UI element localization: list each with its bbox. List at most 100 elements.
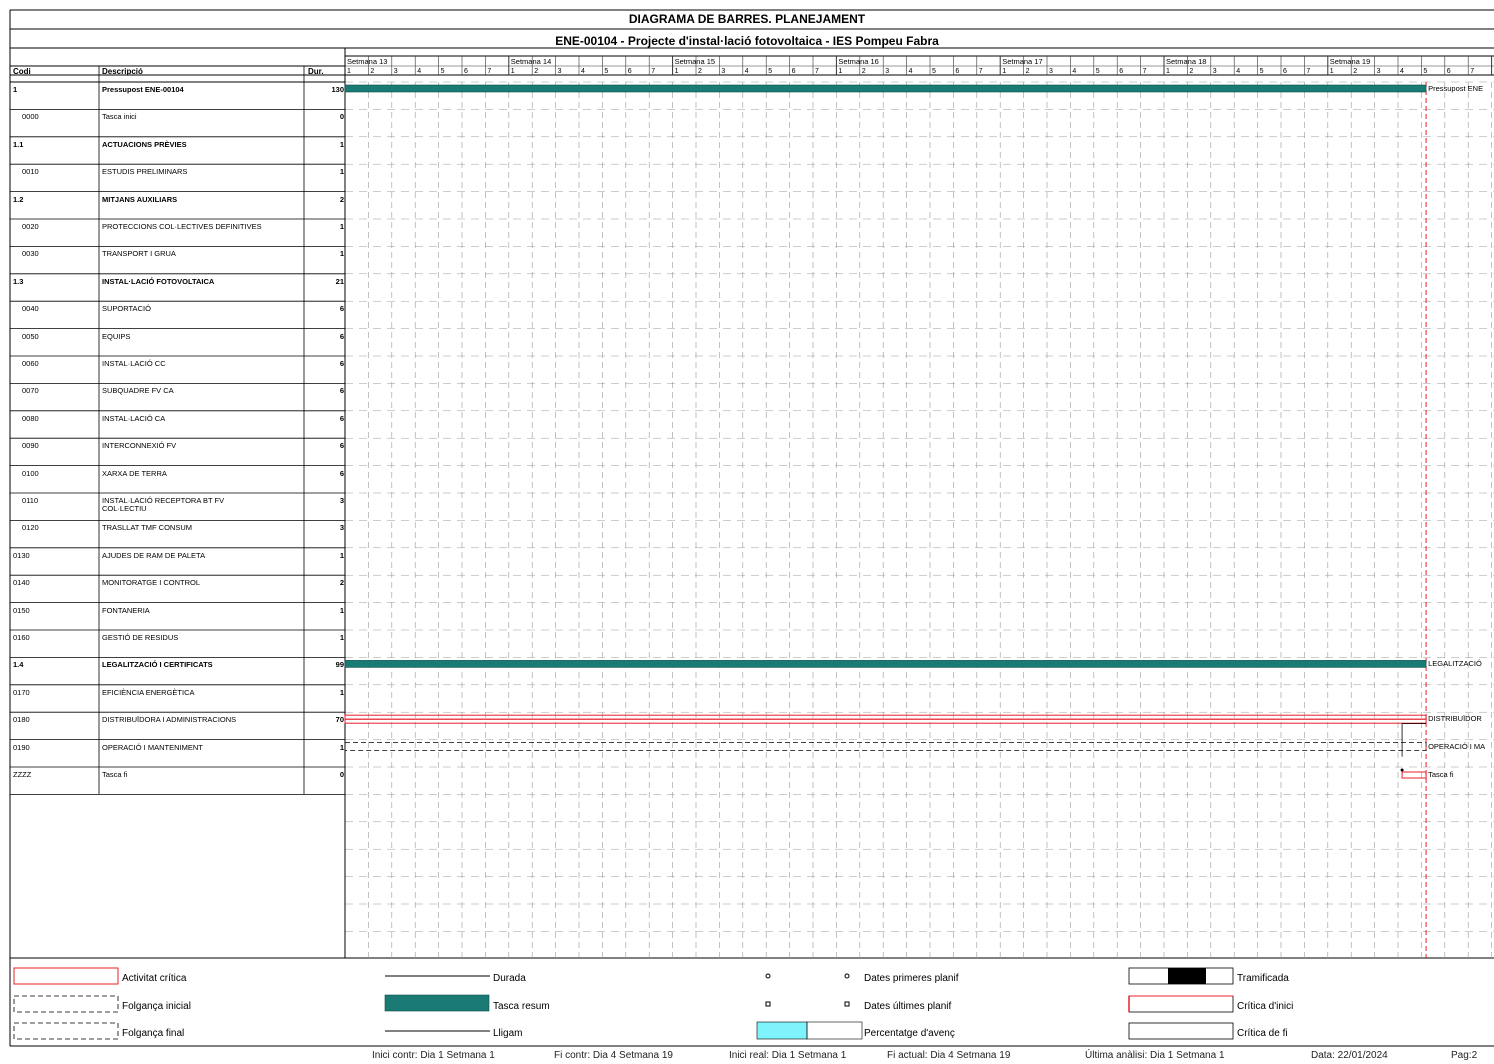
week-label: Setmana 14 [510,57,552,66]
task-description: Pressupost ENE-00104 [102,85,184,94]
task-description: XARXA DE TERRA [102,468,167,478]
day-label: 7 [815,67,819,75]
task-duration: 2 [339,194,344,204]
week-label: Setmana 16 [838,57,879,66]
column-header-description: Descripció [102,67,143,76]
day-label: 6 [464,67,468,75]
task-code: 0080 [22,413,39,423]
week-label: Setmana 17 [1002,57,1043,66]
day-label: 2 [698,67,702,75]
day-label: 2 [1189,67,1194,75]
task-description: INTERCONNEXIÓ FV [102,441,177,451]
legend-progress-rest [806,1021,863,1040]
task-description: INSTAL·LACIÓ FOTOVOLTAICA [102,276,215,286]
day-label: 4 [1236,67,1241,75]
task-duration: 6 [339,468,344,478]
task-duration: 130 [331,85,344,94]
task-description: ACTUACIONS PRÈVIES [102,139,187,149]
day-label: 1 [674,67,679,75]
task-duration: 1 [339,139,344,149]
task-description: TRANSPORT I GRUA [102,249,176,259]
day-label: 4 [417,67,422,75]
day-label: 2 [1025,67,1030,75]
task-code: 0120 [22,523,39,533]
task-duration: 1 [339,605,344,615]
task-description: MITJANS AUXILIARS [102,194,178,204]
task-description: GESTIÓ DE RESIDUS [102,633,179,642]
day-label: 3 [557,67,562,75]
task-code: 0090 [22,441,39,451]
task-duration: 1 [339,742,344,752]
day-label: 4 [1400,67,1404,75]
legend-final-slack: Folgança final [122,1028,185,1039]
legend-summary-task: Tasca resum [493,1001,550,1012]
task-code: 0130 [13,550,30,560]
task-code: 0060 [22,359,39,368]
page-title: DIAGRAMA DE BARRES. PLANEJAMENT [628,12,866,26]
week-label: Setmana 18 [1166,57,1207,66]
legend-link: Lligam [493,1028,523,1039]
task-code: 0040 [22,304,39,314]
task-description: ESTUDIS PRELIMINARS [102,167,188,177]
legend-critical-activity: Activitat crítica [122,973,187,984]
week-label: Setmana 15 [674,57,716,66]
column-header-code: Codi [13,67,31,76]
day-label: 1 [510,67,515,75]
week-label: Setmana 19 [1329,57,1371,66]
day-label: 1 [838,67,843,75]
day-label: 6 [1283,67,1287,75]
task-code: 1.3 [13,276,24,286]
footer-contract-end: Fi contr: Dia 4 Setmana 19 [554,1050,673,1061]
summary-bar-label: Pressupost ENE [1428,84,1484,93]
summary-bar [344,660,1427,668]
task-code: 0170 [13,687,30,697]
task-description: LEGALITZACIÓ I CERTIFICATS [102,660,213,670]
footer-page: Pag:2 [1451,1050,1478,1061]
day-label: 5 [604,67,609,75]
task-description: Tasca fi [102,770,128,779]
day-label: 5 [1259,67,1264,75]
task-duration: 1 [339,249,344,259]
task-description: EFICIÈNCIA ENERGÈTICA [102,687,195,697]
legend-last-planned: Dates últimes planif [864,1001,952,1012]
slack-bar [344,742,1427,751]
summary-bar-label: LEGALITZACIÓ [1428,659,1482,669]
day-label: 7 [978,67,983,75]
task-duration: 6 [339,304,344,314]
page-subtitle: ENE-00104 - Projecte d'instal·lació foto… [555,34,939,48]
legend-split-fill [1168,968,1206,984]
legend-critical-swatch [13,967,119,985]
task-duration: 1 [339,222,344,231]
task-code: 0000 [22,112,39,122]
gantt-sheet: DIAGRAMA DE BARRES. PLANEJAMENT ENE-0010… [0,0,1494,1064]
legend-last-planned-marker [765,1001,771,1007]
legend-split: Tramificada [1237,973,1289,984]
legend-first-planned: Dates primeres planif [864,973,959,984]
day-label: 2 [534,67,539,75]
task-description: TRASLLAT TMF CONSUM [102,523,193,533]
task-code: 0180 [13,715,30,725]
milestone-bar [1401,771,1427,779]
task-description: SUBQUADRE FV CA [102,386,174,396]
task-description: DISTRIBUÏDORA I ADMINISTRACIONS [102,715,237,725]
legend-final-slack-swatch [13,1022,119,1040]
task-code: 0190 [13,742,30,752]
legend-critical-end-swatch [1128,1022,1234,1040]
day-label: 3 [1049,67,1053,75]
day-label: 4 [908,67,913,75]
legend-first-planned-marker [844,973,850,979]
link-dot [1400,768,1404,772]
task-code: 0030 [22,249,39,259]
task-description: INSTAL·LACIÓ CC [102,359,166,368]
task-code: 0020 [22,222,39,231]
day-label: 6 [1119,67,1124,75]
gantt-grid [9,9,1494,1047]
day-label: 5 [768,67,773,75]
task-description: OPERACIÓ I MANTENIMENT [102,742,203,752]
task-duration: 70 [335,715,344,725]
legend-progress-fill [756,1021,808,1040]
day-label: 2 [370,67,375,75]
day-label: 5 [932,67,936,75]
day-label: 1 [1166,67,1170,75]
day-label: 3 [721,67,726,75]
